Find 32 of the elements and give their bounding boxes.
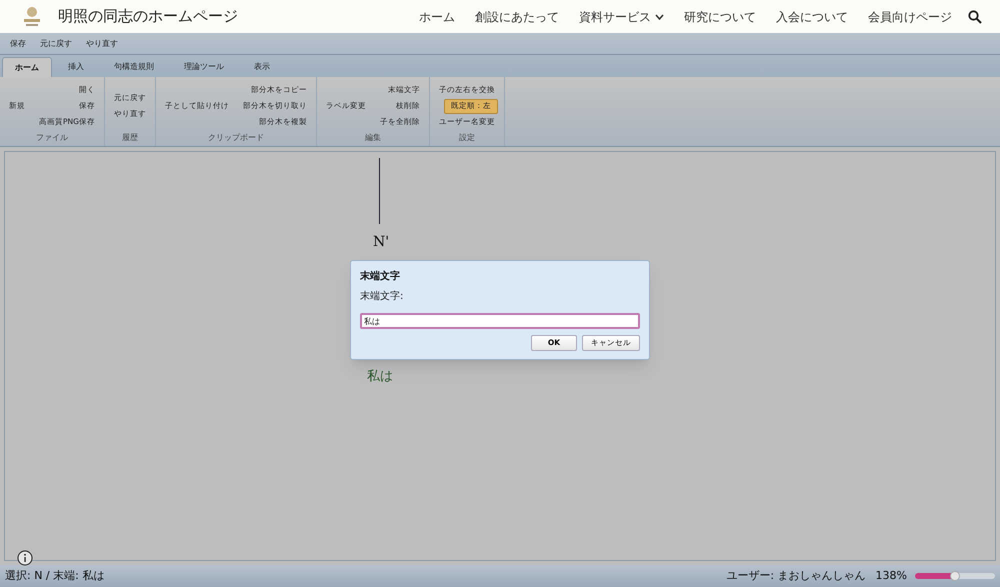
zoom-slider[interactable] bbox=[915, 571, 995, 581]
nav-link[interactable]: 会員向けページ bbox=[868, 8, 952, 26]
group-label: 編集 bbox=[364, 132, 382, 144]
group-label: 履歴 bbox=[120, 132, 139, 144]
zoom-percent: 138% bbox=[876, 568, 907, 584]
info-icon[interactable] bbox=[17, 550, 33, 566]
tree-leaf-text[interactable]: 私は bbox=[367, 367, 393, 386]
group-label: 設定 bbox=[458, 132, 476, 144]
nav-link[interactable]: 入会について bbox=[776, 8, 848, 26]
selection-status: 選択: N / 末端: 私は bbox=[5, 568, 104, 584]
user-status: ユーザー: まおしゃんしゃん bbox=[726, 568, 866, 584]
toolbar-button[interactable]: 保存 bbox=[10, 38, 26, 50]
group-label: ファイル bbox=[34, 132, 69, 144]
site-title: 明照の同志のホームページ bbox=[58, 6, 238, 28]
toolbar-button[interactable]: 元に戻す bbox=[40, 38, 72, 50]
dialog-title: 末端文字 bbox=[360, 269, 401, 284]
nav-link[interactable]: 創設にあたって bbox=[475, 8, 559, 26]
input-field[interactable]: 私は bbox=[360, 313, 640, 329]
prompt-label: 末端文字: bbox=[360, 290, 404, 304]
tab[interactable]: 表示 bbox=[240, 57, 284, 77]
chevron-down-icon bbox=[655, 14, 664, 20]
tree-node-label[interactable]: N' bbox=[373, 232, 390, 253]
tab[interactable]: 挿入 bbox=[54, 57, 98, 77]
search-icon[interactable] bbox=[968, 10, 982, 24]
tab[interactable]: 句構造規則 bbox=[100, 57, 168, 77]
tab[interactable]: 理論ツール bbox=[170, 57, 238, 77]
nav-link[interactable]: 研究について bbox=[684, 8, 756, 26]
nav-link[interactable]: 資料サービス bbox=[579, 8, 664, 26]
nav-link[interactable]: ホーム bbox=[419, 8, 455, 26]
group-label: クリップボード bbox=[206, 132, 265, 144]
tab[interactable]: ホーム bbox=[2, 57, 52, 77]
toolbar-button[interactable]: やり直す bbox=[86, 38, 118, 50]
